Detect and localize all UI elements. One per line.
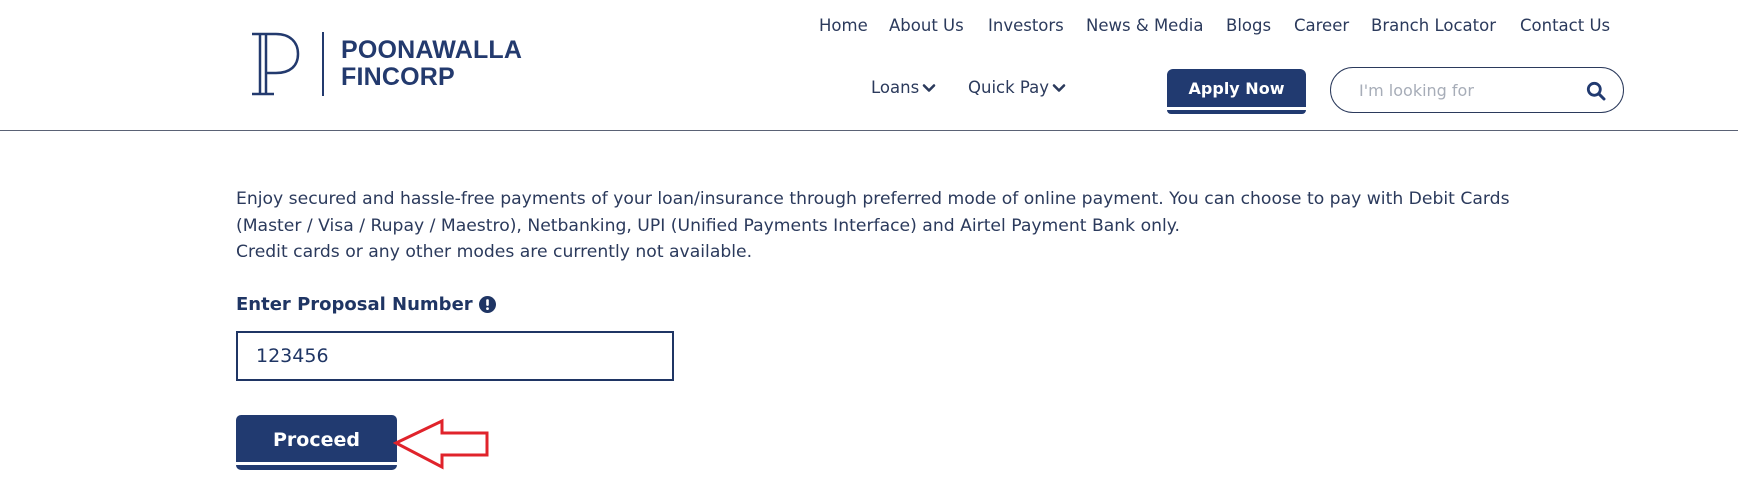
- nav-branch-locator[interactable]: Branch Locator: [1371, 15, 1496, 37]
- nav-home[interactable]: Home: [819, 15, 868, 37]
- search-input[interactable]: [1359, 79, 1579, 101]
- proceed-button-underline: [236, 465, 397, 470]
- nav-about-us[interactable]: About Us: [889, 15, 964, 37]
- apply-button-underline: [1167, 110, 1306, 114]
- loans-dropdown[interactable]: Loans: [871, 77, 936, 99]
- apply-now-button[interactable]: Apply Now: [1167, 69, 1306, 107]
- brand-name-line2: FINCORP: [341, 63, 455, 91]
- nav-news-media[interactable]: News & Media: [1086, 15, 1204, 37]
- proposal-label-row: Enter Proposal Number: [236, 294, 496, 315]
- quick-pay-dropdown[interactable]: Quick Pay: [968, 77, 1066, 99]
- site-header: POONAWALLA FINCORP Home About Us Investo…: [0, 0, 1738, 131]
- p-monogram-logo-icon: [252, 32, 300, 96]
- quick-pay-dropdown-label: Quick Pay: [968, 78, 1049, 97]
- info-icon[interactable]: [478, 296, 496, 313]
- search-icon[interactable]: [1586, 81, 1606, 101]
- loans-dropdown-label: Loans: [871, 78, 920, 97]
- red-arrow-annotation-icon: [393, 418, 489, 470]
- description-text: Enjoy secured and hassle-free payments o…: [236, 189, 1510, 236]
- proposal-number-label: Enter Proposal Number: [236, 294, 473, 315]
- nav-contact-us[interactable]: Contact Us: [1520, 15, 1610, 37]
- nav-blogs[interactable]: Blogs: [1226, 15, 1271, 37]
- payment-description: Enjoy secured and hassle-free payments o…: [236, 186, 1566, 266]
- search-box: [1330, 67, 1624, 113]
- brand-name-line1: POONAWALLA: [341, 36, 523, 64]
- nav-career[interactable]: Career: [1294, 15, 1349, 37]
- brand-name: POONAWALLA FINCORP: [341, 37, 522, 91]
- nav-investors[interactable]: Investors: [988, 15, 1064, 37]
- chevron-down-icon: [922, 84, 936, 92]
- chevron-down-icon: [1052, 84, 1066, 92]
- proceed-button[interactable]: Proceed: [236, 415, 397, 465]
- logo-divider: [322, 32, 324, 96]
- proposal-number-input[interactable]: [236, 331, 674, 381]
- brand-logo[interactable]: POONAWALLA FINCORP: [246, 30, 536, 98]
- description-note: Credit cards or any other modes are curr…: [236, 242, 753, 262]
